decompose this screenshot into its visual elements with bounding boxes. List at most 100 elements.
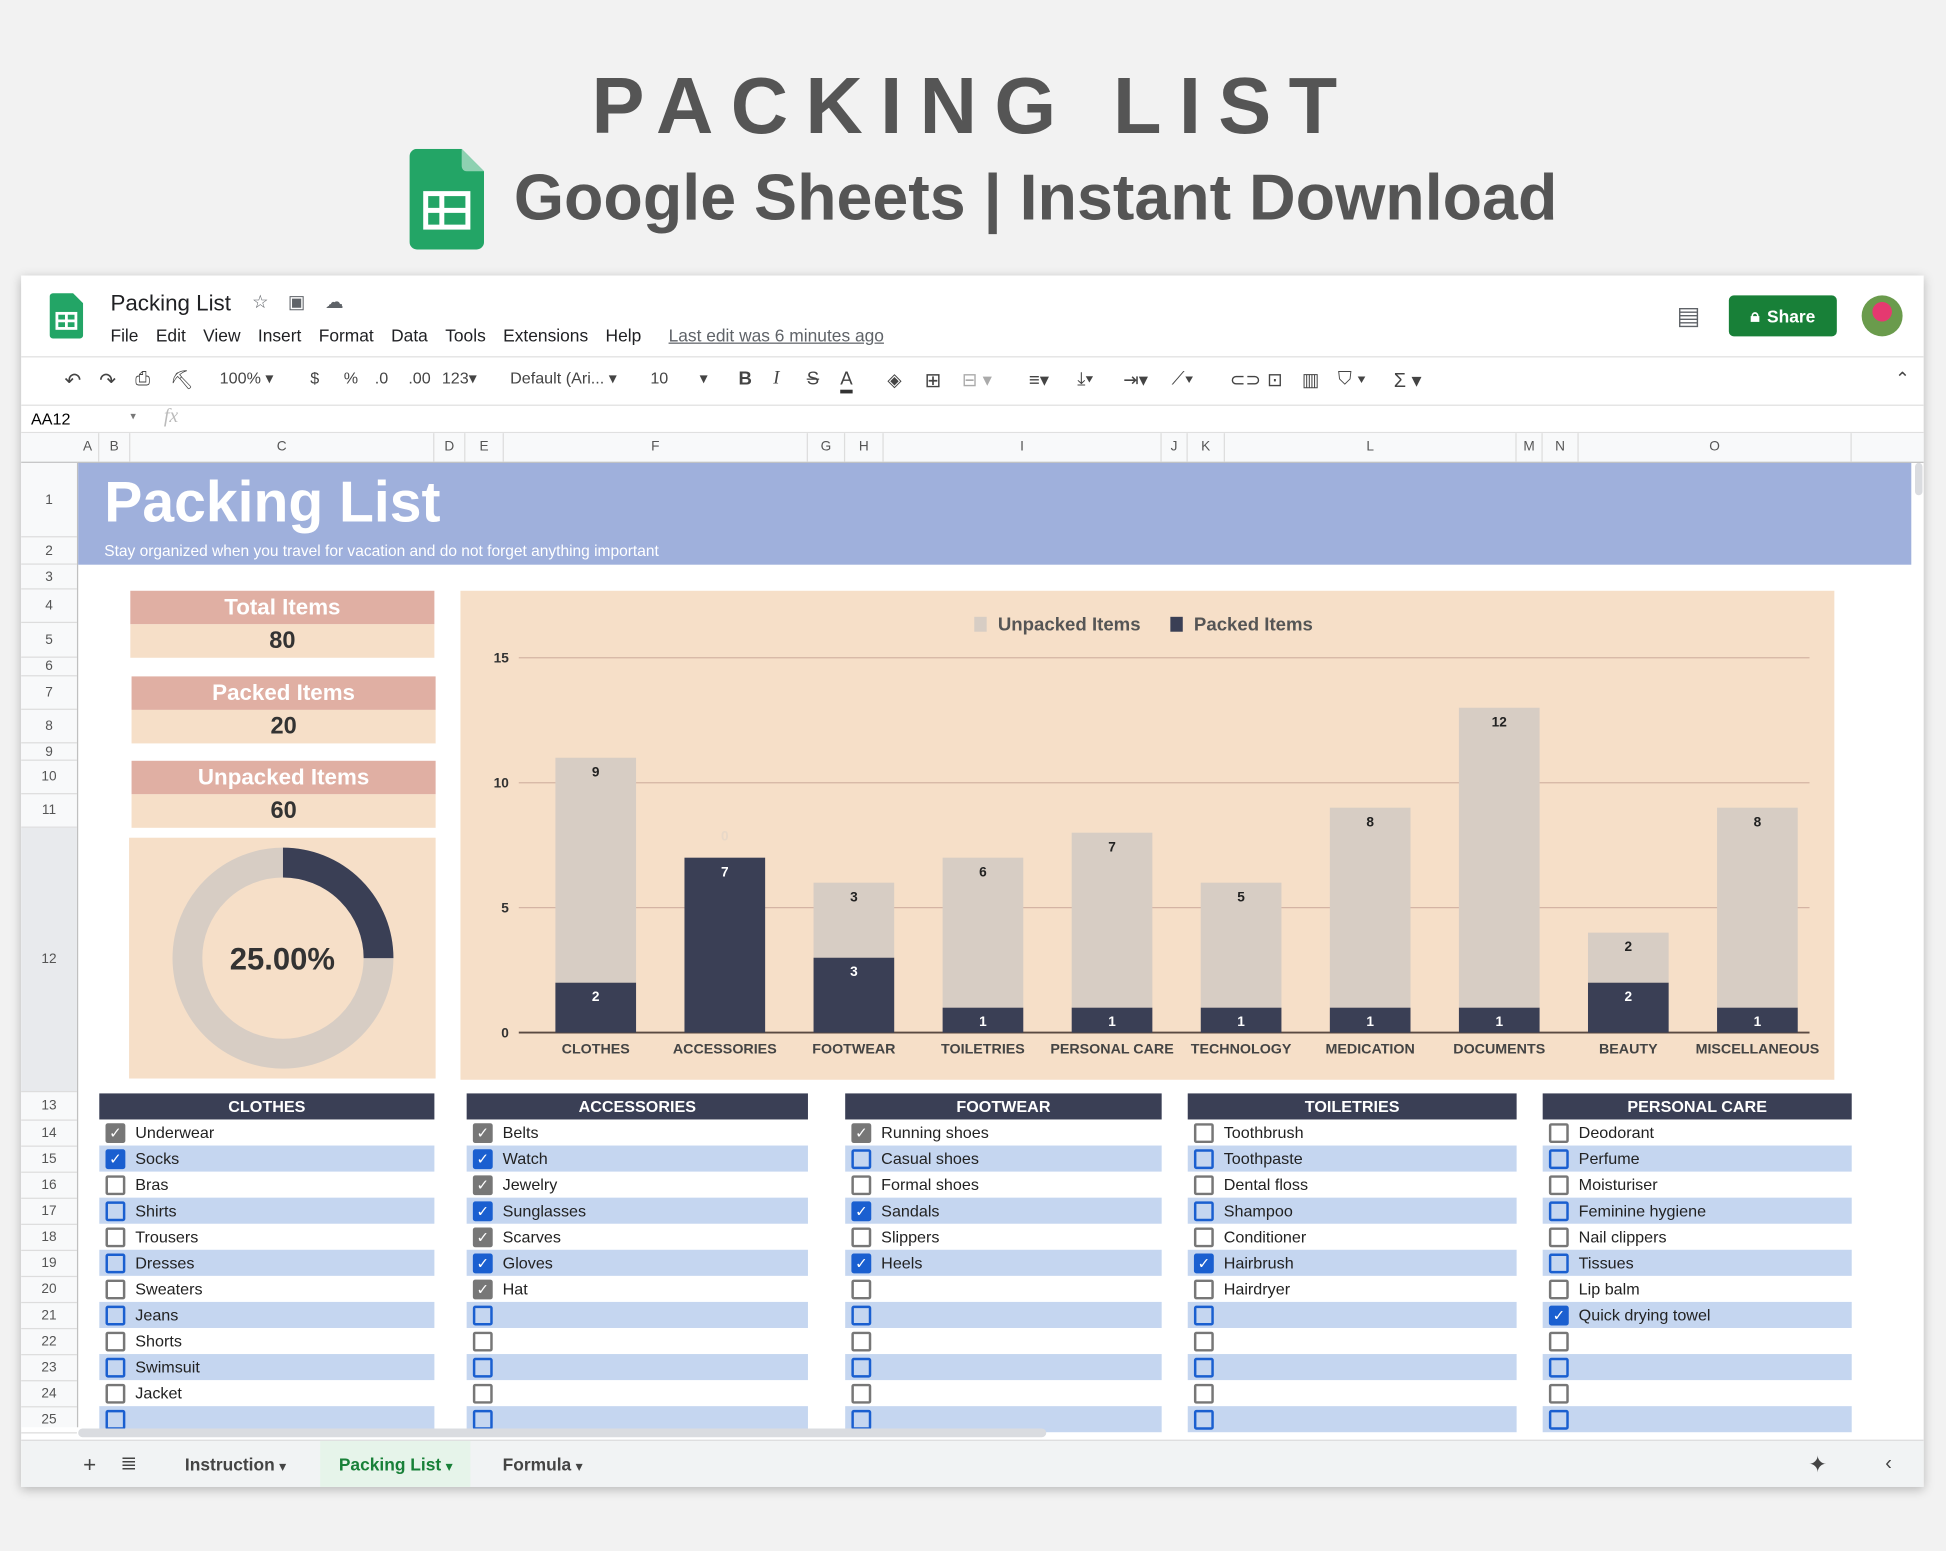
- checkbox-unchecked[interactable]: [1548, 1174, 1569, 1195]
- column-header-F[interactable]: F: [504, 433, 808, 462]
- row-header-8[interactable]: 8: [21, 710, 77, 744]
- checkbox-unchecked[interactable]: [851, 1226, 872, 1247]
- star-icon[interactable]: ☆: [252, 290, 269, 313]
- functions-icon[interactable]: Σ ▾: [1394, 369, 1422, 394]
- checkbox-checked[interactable]: ✓: [472, 1174, 493, 1195]
- checkbox-unchecked[interactable]: [851, 1409, 872, 1430]
- row-header-2[interactable]: 2: [21, 537, 77, 565]
- row-header-18[interactable]: 18: [21, 1225, 77, 1252]
- checkbox-checked[interactable]: ✓: [472, 1200, 493, 1221]
- explore-icon[interactable]: ✦: [1808, 1441, 1827, 1487]
- checkbox-checked[interactable]: ✓: [105, 1122, 126, 1143]
- row-header-25[interactable]: 25: [21, 1407, 77, 1434]
- text-wrap-icon[interactable]: ⇥▾: [1123, 369, 1148, 391]
- column-header-K[interactable]: K: [1188, 433, 1225, 462]
- menu-file[interactable]: File: [110, 325, 138, 345]
- text-rotation-icon[interactable]: ⟋▾: [1172, 369, 1194, 390]
- checkbox-unchecked[interactable]: [1193, 1174, 1214, 1195]
- row-header-23[interactable]: 23: [21, 1355, 77, 1382]
- checkbox-unchecked[interactable]: [1193, 1148, 1214, 1169]
- menu-tools[interactable]: Tools: [445, 325, 486, 345]
- checkbox-unchecked[interactable]: [1548, 1357, 1569, 1378]
- strikethrough-icon[interactable]: S: [807, 369, 819, 390]
- align-icon[interactable]: ≡▾: [1029, 369, 1049, 391]
- checkbox-unchecked[interactable]: [1193, 1226, 1214, 1247]
- row-header-1[interactable]: 1: [21, 463, 77, 538]
- checkbox-unchecked[interactable]: [1193, 1409, 1214, 1430]
- checkbox-unchecked[interactable]: [851, 1305, 872, 1325]
- horizontal-scrollbar[interactable]: [78, 1428, 1047, 1438]
- cloud-saved-icon[interactable]: ☁: [325, 290, 344, 313]
- checkbox-unchecked[interactable]: [105, 1226, 126, 1247]
- checkbox-unchecked[interactable]: [851, 1174, 872, 1195]
- insert-chart-icon[interactable]: ▥: [1302, 369, 1320, 391]
- checkbox-unchecked[interactable]: [105, 1331, 126, 1351]
- column-header-L[interactable]: L: [1225, 433, 1517, 462]
- last-edit-link[interactable]: Last edit was 6 minutes ago: [669, 325, 884, 345]
- checkbox-unchecked[interactable]: [1193, 1200, 1214, 1221]
- checkbox-checked[interactable]: ✓: [472, 1252, 493, 1273]
- checkbox-checked[interactable]: ✓: [1548, 1305, 1569, 1325]
- checkbox-unchecked[interactable]: [105, 1174, 126, 1195]
- checkbox-unchecked[interactable]: [1548, 1252, 1569, 1273]
- comments-icon[interactable]: ▤: [1677, 300, 1700, 331]
- row-header-10[interactable]: 10: [21, 761, 77, 795]
- checkbox-unchecked[interactable]: [1548, 1122, 1569, 1143]
- checkbox-unchecked[interactable]: [1548, 1278, 1569, 1299]
- row-header-19[interactable]: 19: [21, 1251, 77, 1278]
- row-header-9[interactable]: 9: [21, 743, 77, 761]
- font-size-select[interactable]: 10 ▾: [650, 369, 707, 389]
- checkbox-unchecked[interactable]: [851, 1383, 872, 1404]
- tab-formula[interactable]: Formula ▾: [488, 1441, 597, 1487]
- menu-extensions[interactable]: Extensions: [503, 325, 588, 345]
- checkbox-checked[interactable]: ✓: [472, 1148, 493, 1169]
- checkbox-unchecked[interactable]: [1548, 1148, 1569, 1169]
- checkbox-checked[interactable]: ✓: [105, 1148, 126, 1169]
- print-icon[interactable]: ⎙: [135, 369, 150, 390]
- undo-icon[interactable]: ↶: [65, 369, 82, 394]
- font-select[interactable]: Default (Ari... ▾: [510, 369, 617, 389]
- share-button[interactable]: 🔒︎ Share: [1728, 295, 1837, 337]
- column-header-B[interactable]: B: [99, 433, 131, 462]
- name-box-dropdown-icon[interactable]: ▾: [130, 410, 136, 424]
- checkbox-unchecked[interactable]: [1548, 1331, 1569, 1351]
- tab-instruction[interactable]: Instruction ▾: [170, 1441, 301, 1487]
- checkbox-unchecked[interactable]: [1193, 1331, 1214, 1351]
- row-header-20[interactable]: 20: [21, 1277, 77, 1304]
- checkbox-checked[interactable]: ✓: [851, 1122, 872, 1143]
- row-header-21[interactable]: 21: [21, 1303, 77, 1330]
- column-header-H[interactable]: H: [845, 433, 884, 462]
- checkbox-unchecked[interactable]: [851, 1148, 872, 1169]
- row-header-14[interactable]: 14: [21, 1121, 77, 1147]
- row-header-5[interactable]: 5: [21, 623, 77, 658]
- checkbox-unchecked[interactable]: [1548, 1226, 1569, 1247]
- row-header-4[interactable]: 4: [21, 590, 77, 624]
- bold-icon[interactable]: B: [738, 369, 751, 390]
- checkbox-checked[interactable]: ✓: [472, 1278, 493, 1299]
- checkbox-checked[interactable]: ✓: [472, 1122, 493, 1143]
- row-header-6[interactable]: 6: [21, 658, 77, 677]
- column-header-O[interactable]: O: [1579, 433, 1852, 462]
- name-box[interactable]: AA12: [31, 410, 70, 429]
- checkbox-unchecked[interactable]: [1193, 1122, 1214, 1143]
- fill-color-icon[interactable]: ◈: [887, 369, 901, 391]
- checkbox-unchecked[interactable]: [472, 1305, 493, 1325]
- row-header-7[interactable]: 7: [21, 676, 77, 710]
- menu-format[interactable]: Format: [319, 325, 374, 345]
- checkbox-unchecked[interactable]: [1548, 1409, 1569, 1430]
- checkbox-unchecked[interactable]: [105, 1278, 126, 1299]
- column-header-G[interactable]: G: [808, 433, 846, 462]
- row-header-24[interactable]: 24: [21, 1381, 77, 1408]
- checkbox-unchecked[interactable]: [472, 1383, 493, 1404]
- text-color-icon[interactable]: A: [840, 369, 853, 394]
- menu-edit[interactable]: Edit: [156, 325, 186, 345]
- column-header-I[interactable]: I: [884, 433, 1162, 462]
- row-header-3[interactable]: 3: [21, 565, 77, 590]
- checkbox-checked[interactable]: ✓: [472, 1226, 493, 1247]
- document-title[interactable]: Packing List: [110, 290, 230, 316]
- row-header-15[interactable]: 15: [21, 1147, 77, 1173]
- row-header-22[interactable]: 22: [21, 1329, 77, 1356]
- checkbox-unchecked[interactable]: [105, 1357, 126, 1378]
- tab-packing-list[interactable]: Packing List ▾: [320, 1440, 471, 1487]
- more-formats-select[interactable]: 123▾: [442, 369, 477, 389]
